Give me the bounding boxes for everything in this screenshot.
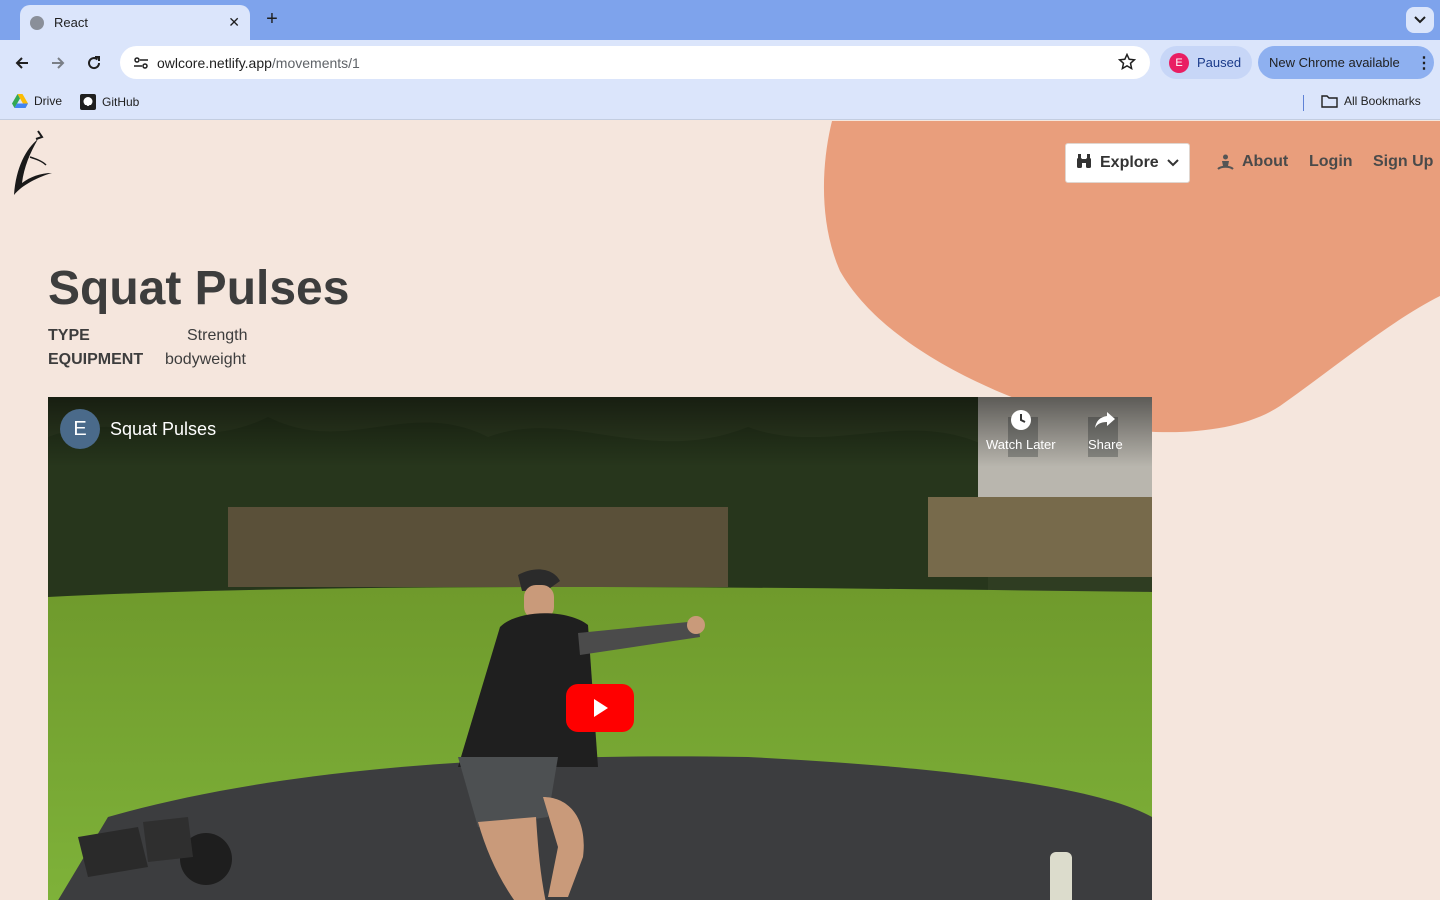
meditation-icon: [1217, 154, 1234, 171]
nav-about-link[interactable]: About: [1217, 153, 1288, 171]
play-button[interactable]: [566, 684, 634, 732]
nav-signup-link[interactable]: Sign Up: [1373, 153, 1433, 171]
back-button[interactable]: [10, 51, 34, 75]
equipment-value: bodyweight: [165, 351, 246, 368]
watch-later-label: Watch Later: [986, 437, 1056, 452]
all-bookmarks-label: All Bookmarks: [1344, 94, 1421, 108]
bookmarks-divider: [1303, 95, 1304, 111]
folder-icon: [1321, 94, 1338, 108]
drive-icon: [12, 94, 28, 108]
about-label: About: [1242, 153, 1289, 170]
video-title[interactable]: Squat Pulses: [110, 419, 216, 440]
chrome-update-button[interactable]: New Chrome available ⋮: [1258, 46, 1434, 79]
reload-icon: [88, 56, 101, 70]
video-thumbnail: [48, 397, 1152, 900]
back-arrow-icon: [15, 57, 28, 69]
bookmark-star-icon[interactable]: [1117, 52, 1137, 76]
url-path: /movements/1: [271, 54, 360, 71]
update-label: New Chrome available: [1269, 55, 1400, 70]
chevron-down-icon: [1414, 16, 1426, 24]
tab-title: React: [54, 15, 88, 30]
reload-button[interactable]: [82, 51, 106, 75]
profile-button[interactable]: E Paused: [1160, 46, 1252, 79]
bookmark-label: GitHub: [102, 95, 140, 109]
share-button[interactable]: Share: [1088, 409, 1123, 452]
all-bookmarks-button[interactable]: All Bookmarks: [1321, 94, 1421, 108]
equipment-label: EQUIPMENT: [48, 351, 144, 368]
explore-label: Explore: [1100, 154, 1159, 171]
clock-icon: [1010, 410, 1031, 430]
tab-strip: React ✕ +: [0, 0, 1440, 40]
url-host: owlcore.netlify.app: [157, 54, 272, 71]
browser-toolbar: owlcore.netlify.app/movements/1 E Paused…: [0, 40, 1440, 85]
binoculars-icon: [1076, 153, 1092, 174]
video-player[interactable]: E Squat Pulses Watch Later Share: [48, 397, 1152, 900]
tab-search-button[interactable]: [1406, 7, 1434, 33]
profile-status: Paused: [1197, 55, 1242, 70]
site-info-icon[interactable]: [128, 50, 154, 76]
type-row: TYPE Strength: [48, 327, 247, 345]
github-icon: [80, 94, 96, 110]
page: Explore About Login Sign Up Squat Pulses…: [0, 121, 1440, 900]
bookmark-github[interactable]: GitHub: [80, 94, 139, 110]
owl-logo[interactable]: [8, 127, 56, 204]
new-tab-button[interactable]: +: [262, 8, 282, 31]
play-icon: [594, 699, 608, 717]
forward-button[interactable]: [46, 51, 70, 75]
chevron-down-icon: [1166, 154, 1179, 172]
equipment-row: EQUIPMENT bodyweight: [48, 351, 246, 369]
watch-later-button[interactable]: Watch Later: [986, 409, 1056, 452]
channel-avatar[interactable]: E: [60, 409, 100, 449]
address-bar[interactable]: owlcore.netlify.app/movements/1: [120, 46, 1150, 79]
bookmark-drive[interactable]: Drive: [12, 94, 62, 108]
type-label: TYPE: [48, 327, 90, 344]
share-arrow-icon: [1095, 412, 1116, 428]
bookmark-label: Drive: [34, 94, 63, 108]
globe-icon: [30, 15, 44, 30]
kebab-menu-icon[interactable]: ⋮: [1414, 53, 1434, 73]
close-icon[interactable]: ✕: [228, 14, 240, 31]
forward-arrow-icon: [52, 57, 65, 69]
browser-tab[interactable]: React ✕: [20, 5, 250, 40]
nav-login-link[interactable]: Login: [1309, 153, 1353, 171]
type-value: Strength: [187, 327, 248, 344]
share-label: Share: [1088, 437, 1123, 452]
explore-dropdown[interactable]: Explore: [1065, 143, 1190, 183]
avatar: E: [1169, 52, 1189, 73]
bookmarks-bar: Drive GitHub All Bookmarks: [0, 85, 1440, 120]
page-title: Squat Pulses: [48, 262, 350, 315]
